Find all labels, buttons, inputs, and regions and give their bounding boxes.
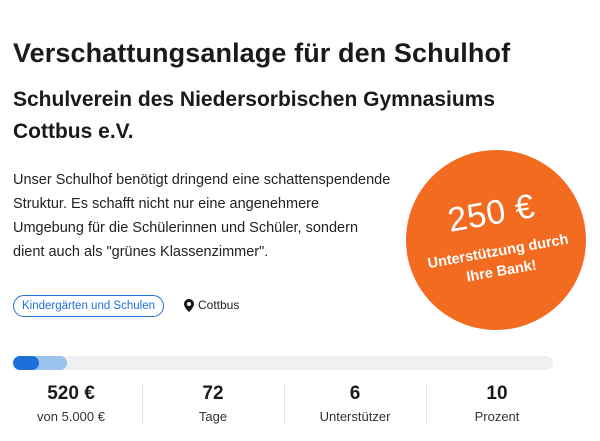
stat-supporters: 6 Unterstützer	[284, 380, 426, 430]
stat-label: Prozent	[474, 409, 520, 424]
stats-row: 520 € von 5.000 € 72 Tage 6 Unterstützer…	[0, 380, 568, 430]
project-title: Verschattungsanlage für den Schulhof	[13, 38, 511, 68]
stat-value: 520 €	[47, 383, 95, 404]
stat-percent: 10 Prozent	[426, 380, 568, 430]
stat-label: von 5.000 €	[37, 409, 105, 424]
progress-fill	[13, 356, 39, 370]
stat-days: 72 Tage	[142, 380, 284, 430]
project-description: Unser Schulhof benötigt dringend eine sc…	[13, 172, 391, 260]
funding-progress-bar	[13, 356, 553, 370]
bank-support-badge: 250 € Unterstützung durch Ihre Bank!	[391, 135, 600, 345]
location: Cottbus	[184, 298, 239, 312]
location-label: Cottbus	[198, 298, 240, 312]
stat-value: 72	[202, 383, 224, 404]
organization-name: Schulverein des Niedersorbischen Gymnasi…	[13, 88, 496, 143]
stat-label: Tage	[198, 409, 228, 424]
stat-raised: 520 € von 5.000 €	[0, 380, 142, 430]
stat-value: 10	[486, 383, 508, 404]
stat-label: Unterstützer	[319, 409, 391, 424]
stat-value: 6	[349, 383, 361, 404]
category-tag[interactable]: Kindergärten und Schulen	[13, 295, 164, 317]
map-pin-icon	[184, 298, 194, 312]
